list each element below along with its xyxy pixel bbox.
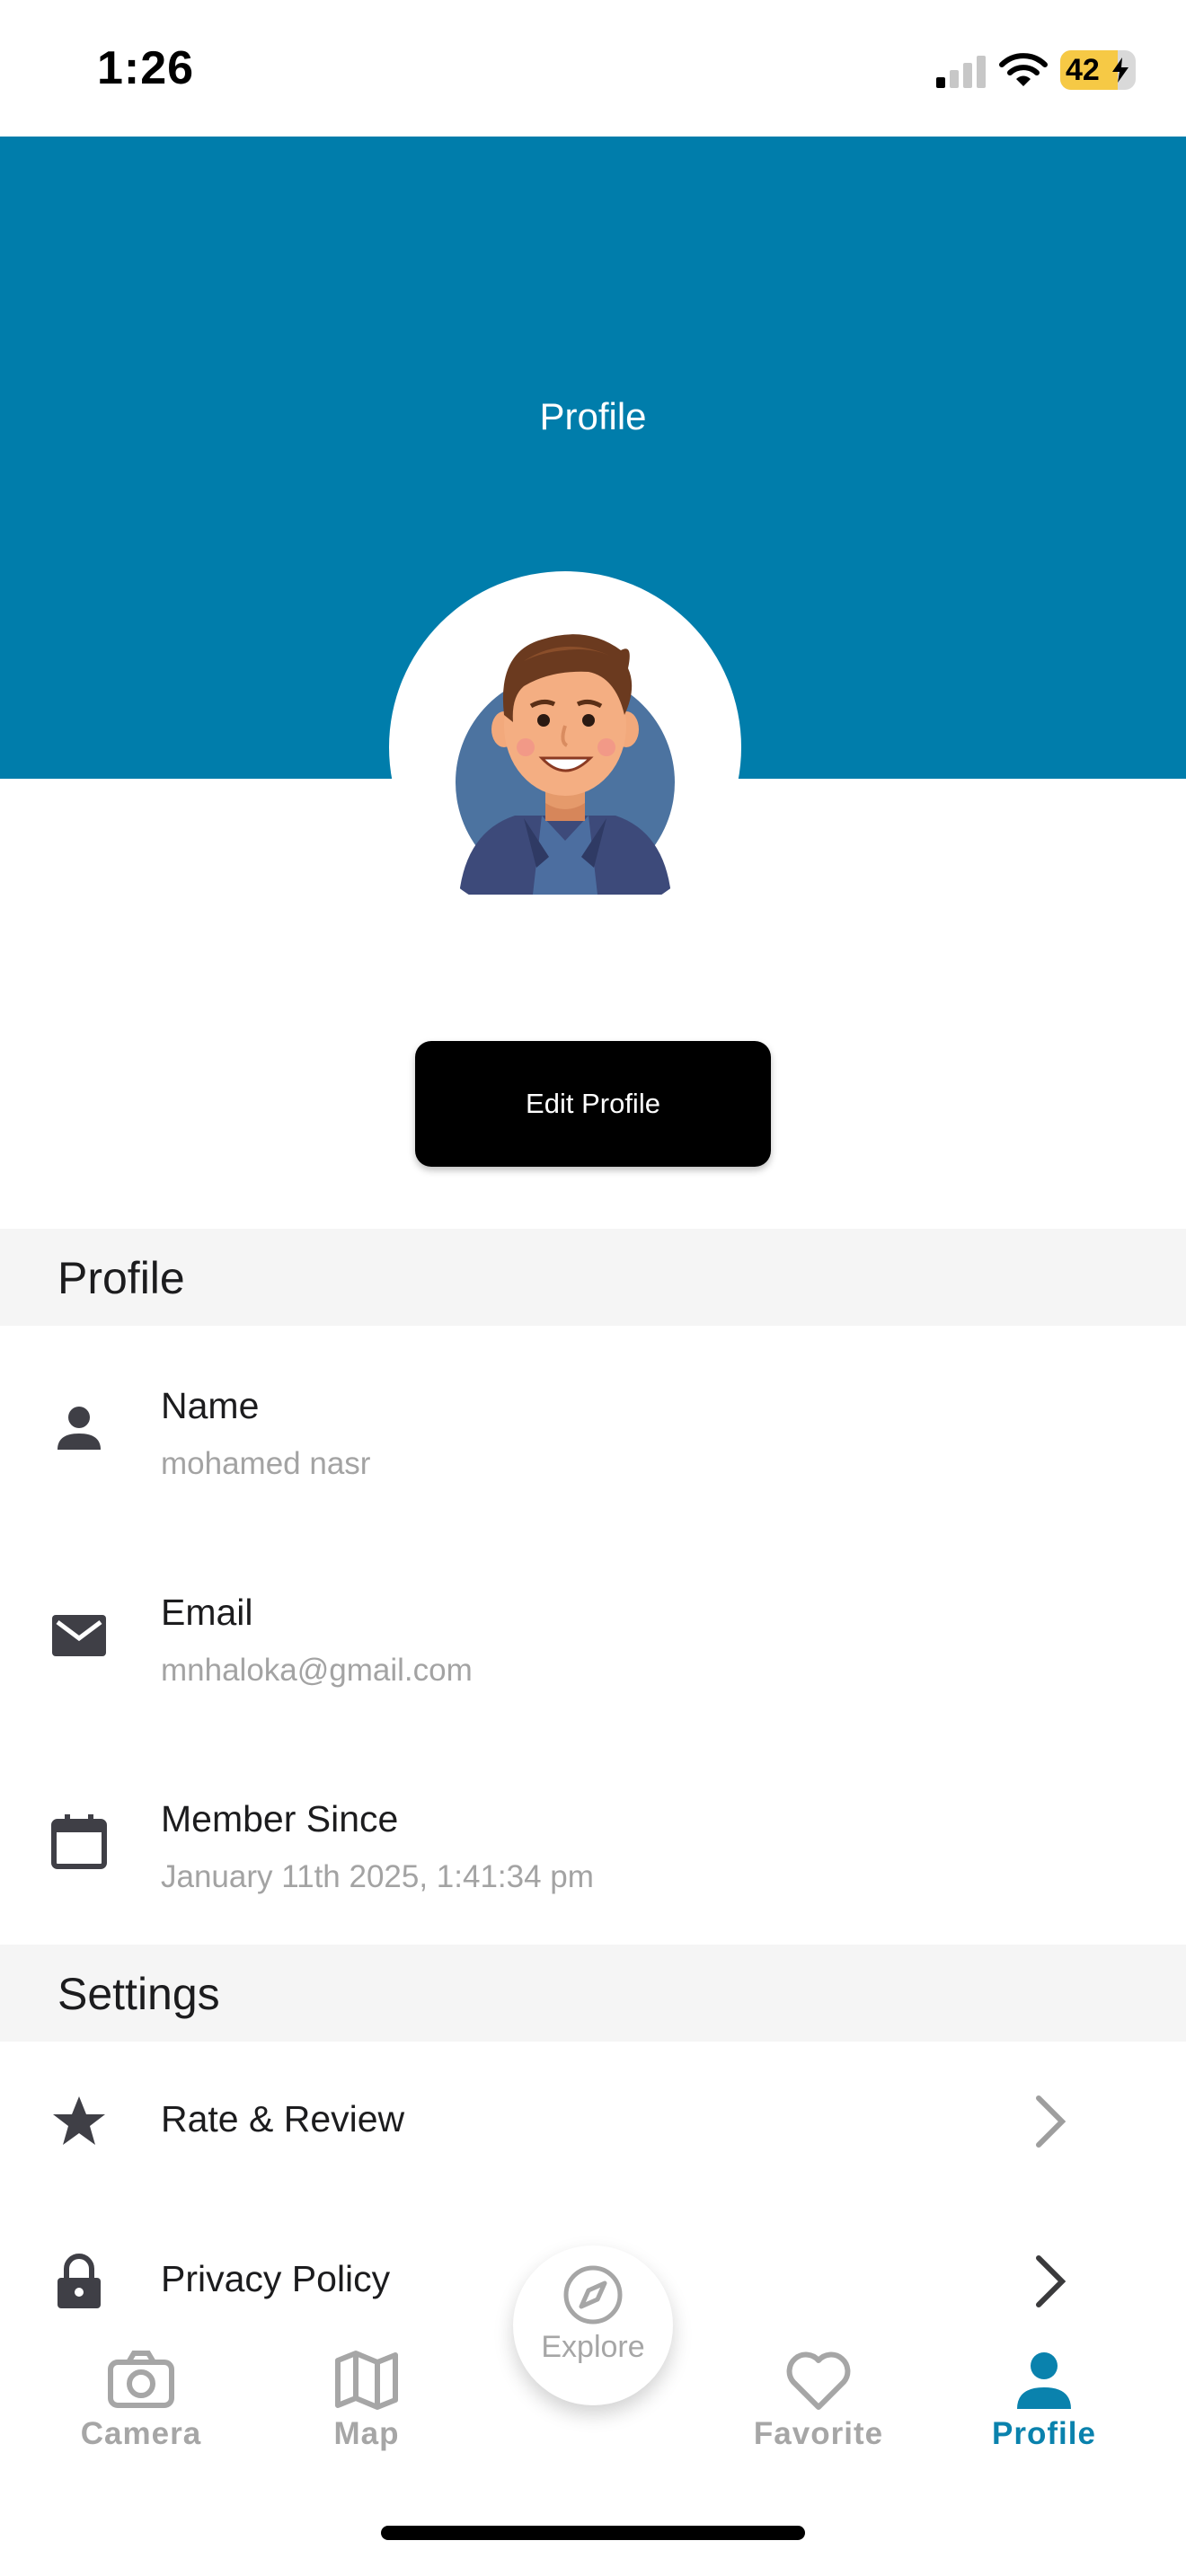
camera-icon: [105, 2344, 177, 2416]
section-title: Profile: [58, 1253, 185, 1303]
privacy-policy-label: Privacy Policy: [161, 2258, 391, 2299]
rate-review-label: Rate & Review: [161, 2098, 405, 2139]
member-since-row: Member Since January 11th 2025, 1:41:34 …: [0, 1742, 1186, 1940]
tab-map[interactable]: Map: [268, 2344, 465, 2452]
tab-favorite[interactable]: Favorite: [720, 2344, 917, 2452]
page-title: Profile: [539, 395, 647, 437]
profile-section-header: Profile: [0, 1229, 1186, 1326]
section-title: Settings: [58, 1969, 220, 2019]
avatar-illustration: [456, 634, 675, 895]
status-bar: 1:26 42: [0, 0, 1186, 137]
name-label: Name: [161, 1385, 260, 1426]
edit-profile-button[interactable]: Edit Profile: [415, 1041, 771, 1167]
calendar-icon: [50, 1813, 108, 1870]
chevron-right-icon: [1036, 2255, 1067, 2307]
battery-icon: 42: [1060, 50, 1136, 90]
status-time: 1:26: [97, 42, 195, 94]
heart-icon: [783, 2344, 854, 2416]
name-value: mohamed nasr: [161, 1446, 371, 1481]
battery-percent: 42: [1066, 53, 1100, 87]
wifi-icon: [999, 53, 1048, 86]
member-since-value: January 11th 2025, 1:41:34 pm: [161, 1859, 594, 1894]
tab-label: Favorite: [753, 2416, 884, 2451]
tab-profile[interactable]: Profile: [945, 2344, 1143, 2452]
email-value: mnhaloka@gmail.com: [161, 1653, 473, 1688]
tab-camera[interactable]: Camera: [42, 2344, 240, 2452]
member-since-label: Member Since: [161, 1798, 399, 1839]
compass-icon: [562, 2263, 624, 2326]
settings-section-header: Settings: [0, 1945, 1186, 2042]
cellular-signal-icon: [936, 56, 986, 88]
charging-bolt-icon: [1112, 57, 1128, 83]
mail-icon: [50, 1606, 108, 1663]
email-row: Email mnhaloka@gmail.com: [0, 1536, 1186, 1734]
map-icon: [331, 2344, 403, 2416]
home-indicator[interactable]: [381, 2526, 805, 2540]
avatar: [389, 571, 741, 923]
tab-label: Camera: [80, 2416, 202, 2451]
email-label: Email: [161, 1592, 253, 1633]
name-row: Name mohamed nasr: [0, 1329, 1186, 1527]
explore-button[interactable]: Explore: [513, 2245, 673, 2405]
rate-review-row[interactable]: Rate & Review: [0, 2042, 1186, 2202]
tab-label: Map: [333, 2416, 400, 2451]
star-icon: [50, 2093, 108, 2150]
tab-label: Profile: [992, 2416, 1096, 2451]
lock-icon: [50, 2253, 108, 2310]
person-icon: [1008, 2344, 1080, 2416]
explore-label: Explore: [541, 2330, 645, 2364]
person-icon: [50, 1399, 108, 1457]
chevron-right-icon: [1036, 2095, 1067, 2148]
